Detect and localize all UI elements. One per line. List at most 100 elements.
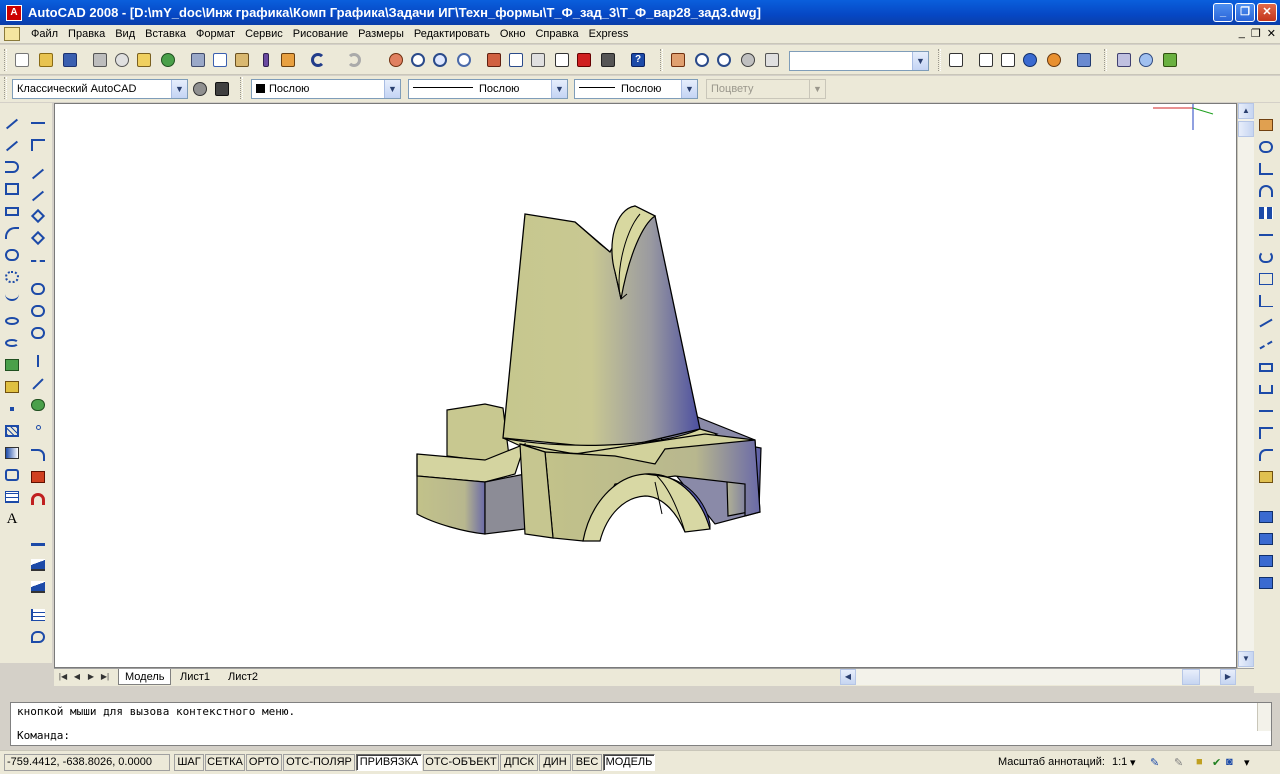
document-icon[interactable] bbox=[4, 27, 20, 41]
toolbar-grip[interactable] bbox=[938, 49, 941, 71]
dimension-angular-icon[interactable] bbox=[28, 577, 48, 597]
draworder-front-icon[interactable] bbox=[1256, 507, 1276, 527]
zoom-previous-icon[interactable] bbox=[454, 50, 474, 70]
draworder-back-icon[interactable] bbox=[1256, 529, 1276, 549]
auto-scale-icon[interactable]: ✎ bbox=[1174, 756, 1183, 769]
tab-first-icon[interactable]: |◀ bbox=[56, 670, 70, 684]
redo-icon[interactable] bbox=[344, 50, 364, 70]
menu-dimension[interactable]: Размеры bbox=[353, 28, 409, 40]
tab-last-icon[interactable]: ▶| bbox=[98, 670, 112, 684]
explode-icon[interactable] bbox=[28, 467, 48, 487]
vertical-scrollbar[interactable]: ▲ ▼ bbox=[1237, 103, 1254, 668]
walk-icon[interactable] bbox=[1160, 50, 1180, 70]
break-tool-icon[interactable] bbox=[1256, 357, 1276, 377]
menu-draw[interactable]: Рисование bbox=[288, 28, 353, 40]
multiline-text-icon[interactable]: A bbox=[2, 509, 22, 529]
explode-tool-icon[interactable] bbox=[1256, 467, 1276, 487]
construction-line-icon[interactable] bbox=[2, 135, 22, 155]
block-editor-icon[interactable] bbox=[278, 50, 298, 70]
hatch-icon[interactable] bbox=[2, 421, 22, 441]
plot-icon[interactable] bbox=[90, 50, 110, 70]
undo-icon[interactable] bbox=[308, 50, 328, 70]
menu-tools[interactable]: Сервис bbox=[240, 28, 288, 40]
arc-icon[interactable] bbox=[2, 223, 22, 243]
coordinates-readout[interactable]: -759.4412, -638.8026, 0.0000 bbox=[4, 754, 170, 771]
break-icon[interactable] bbox=[28, 373, 48, 393]
workspace-settings-icon[interactable] bbox=[190, 79, 210, 99]
menu-view[interactable]: Вид bbox=[110, 28, 140, 40]
view-combo[interactable]: ▼ bbox=[789, 51, 929, 71]
properties-icon[interactable] bbox=[484, 50, 504, 70]
autocad-app-icon[interactable]: A bbox=[6, 4, 22, 21]
spline-icon[interactable] bbox=[2, 289, 22, 309]
array-tool-icon[interactable] bbox=[1256, 203, 1276, 223]
pan-realtime-icon[interactable] bbox=[668, 50, 688, 70]
gradient-icon[interactable] bbox=[2, 443, 22, 463]
tab-next-icon[interactable]: ▶ bbox=[84, 670, 98, 684]
point-icon[interactable] bbox=[2, 399, 22, 419]
sheet-set-icon[interactable] bbox=[552, 50, 572, 70]
menu-help[interactable]: Справка bbox=[530, 28, 583, 40]
render-icon[interactable] bbox=[1044, 50, 1064, 70]
help-icon[interactable]: ? bbox=[628, 50, 648, 70]
open-icon[interactable] bbox=[36, 50, 56, 70]
doc-restore-button[interactable]: ❐ bbox=[1251, 27, 1261, 40]
scroll-down-icon[interactable]: ▼ bbox=[1238, 651, 1254, 667]
tab-prev-icon[interactable]: ◀ bbox=[70, 670, 84, 684]
toolbar-grip[interactable] bbox=[4, 49, 7, 71]
ellipse-arc-icon[interactable] bbox=[2, 333, 22, 353]
extend-tool-icon[interactable] bbox=[1256, 335, 1276, 355]
copy-tool-icon[interactable] bbox=[1256, 137, 1276, 157]
join-tool-icon[interactable] bbox=[1256, 379, 1276, 399]
chevron-down-icon[interactable]: ▾ bbox=[1130, 756, 1136, 769]
copy-object-icon[interactable] bbox=[28, 135, 48, 155]
annotation-visibility-icon[interactable]: ✎ bbox=[1150, 756, 1159, 769]
line-icon[interactable] bbox=[2, 113, 22, 133]
region-icon[interactable] bbox=[2, 465, 22, 485]
mirror-icon[interactable] bbox=[28, 163, 48, 183]
snap-toggle[interactable]: ШАГ bbox=[174, 754, 204, 771]
ducs-toggle[interactable]: ДПСК bbox=[500, 754, 538, 771]
orbit-icon[interactable] bbox=[738, 50, 758, 70]
draworder-below-icon[interactable] bbox=[1256, 573, 1276, 593]
polar-toggle[interactable]: ОТС-ПОЛЯР bbox=[283, 754, 355, 771]
leader-icon[interactable] bbox=[28, 605, 48, 625]
trim-tool-icon[interactable] bbox=[1256, 313, 1276, 333]
annotation-scale-value[interactable]: 1:1 bbox=[1112, 756, 1127, 768]
tolerance-icon[interactable] bbox=[28, 627, 48, 647]
preview-icon[interactable] bbox=[112, 50, 132, 70]
materials-icon[interactable] bbox=[1074, 50, 1094, 70]
scroll-thumb[interactable] bbox=[1182, 669, 1200, 685]
move-tool-icon[interactable] bbox=[1256, 225, 1276, 245]
clean-screen-icon[interactable]: ◙ bbox=[1226, 756, 1233, 768]
chevron-down-icon[interactable]: ▼ bbox=[681, 80, 697, 98]
calculator-icon[interactable] bbox=[598, 50, 618, 70]
ellipse-icon[interactable] bbox=[2, 311, 22, 331]
zoom-realtime-icon[interactable] bbox=[408, 50, 428, 70]
grid-toggle[interactable]: СЕТКА bbox=[205, 754, 245, 771]
menu-insert[interactable]: Вставка bbox=[140, 28, 191, 40]
drawing-canvas[interactable] bbox=[54, 103, 1237, 668]
erase-icon[interactable] bbox=[28, 113, 48, 133]
tab-layout2[interactable]: Лист2 bbox=[222, 669, 264, 685]
dimension-aligned-icon[interactable] bbox=[28, 555, 48, 575]
offset-icon[interactable] bbox=[28, 185, 48, 205]
toolbar-grip[interactable] bbox=[660, 49, 663, 71]
copy-icon[interactable] bbox=[210, 50, 230, 70]
dimension-linear-icon[interactable] bbox=[28, 533, 48, 553]
toolbar-grip[interactable] bbox=[4, 77, 7, 99]
revision-cloud-icon[interactable] bbox=[2, 267, 22, 287]
offset-tool-icon[interactable] bbox=[1256, 181, 1276, 201]
rotate-tool-icon[interactable] bbox=[1256, 247, 1276, 267]
extend-icon[interactable] bbox=[28, 351, 48, 371]
doc-close-button[interactable]: ✕ bbox=[1267, 27, 1276, 40]
scroll-up-icon[interactable]: ▲ bbox=[1238, 103, 1254, 119]
chevron-down-icon[interactable]: ▼ bbox=[171, 80, 187, 98]
paste-icon[interactable] bbox=[232, 50, 252, 70]
cut-icon[interactable] bbox=[188, 50, 208, 70]
lineweight-combo[interactable]: Послою ▼ bbox=[574, 79, 698, 99]
chevron-down-icon[interactable]: ▼ bbox=[912, 52, 928, 70]
otrack-toggle[interactable]: ОТС-ОБЪЕКТ bbox=[423, 754, 499, 771]
horizontal-scrollbar[interactable]: ◀ ▶ bbox=[840, 669, 1236, 685]
menu-format[interactable]: Формат bbox=[191, 28, 240, 40]
